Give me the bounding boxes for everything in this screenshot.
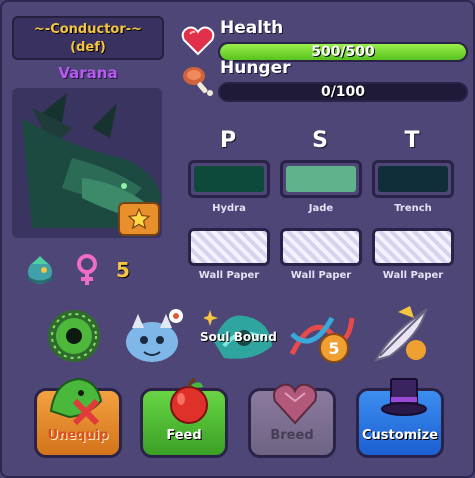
color-name-tertiary: Trench [394,203,432,214]
feed-label: Feed [166,428,202,443]
meat-icon [183,67,213,96]
female-gender-icon [77,254,97,285]
color-swatch-tertiary-fill [378,166,448,192]
mini-count: 5 [116,258,130,282]
pattern-name-tertiary: Wall Paper [382,270,444,281]
breed-button[interactable]: Breed [248,383,336,458]
title-box: ~-Conductor-~ (def) [12,16,164,60]
color-name-primary: Hydra [212,203,246,214]
gene-letter-secondary: S [312,128,328,153]
soul-bound-label: Soul Bound [200,330,277,344]
gene-letter-primary: P [219,128,237,153]
dna-icon[interactable]: 5 [288,310,356,366]
heart-icon [181,26,215,56]
customize-label: Customize [361,428,439,443]
pattern-swatch-primary[interactable] [188,228,270,266]
green-dragon-icon [49,377,103,426]
gene-letter-tertiary: T [404,128,420,153]
favorite-star-button[interactable] [118,202,160,236]
title-line-1: ~-Conductor-~ [33,22,143,37]
dna-count: 5 [328,339,339,358]
eye-orb-icon[interactable] [46,308,102,364]
feather-quill-icon[interactable] [370,304,434,366]
color-swatch-secondary-fill [286,166,356,192]
star-icon [127,207,151,230]
hunger-label: Hunger [220,58,291,78]
feed-button[interactable]: Feed [140,377,228,458]
mini-info-row: 5 [22,252,130,288]
hunger-value: 0/100 [320,84,366,100]
unequip-label: Unequip [47,428,109,443]
top-hat-icon [381,378,427,416]
heart-gem-icon [273,383,317,425]
hunger-bar: 0/100 [218,82,468,102]
breed-label: Breed [270,428,314,443]
unequip-button[interactable]: Unequip [34,377,122,458]
color-swatch-secondary[interactable] [280,160,362,198]
baby-dragon-icon[interactable] [120,308,186,364]
health-label: Health [220,18,284,38]
apple-icon [170,377,208,424]
color-swatch-primary-fill [194,166,264,192]
customize-button[interactable]: Customize [356,378,444,458]
pattern-name-secondary: Wall Paper [290,270,352,281]
title-line-2: (def) [70,40,106,55]
color-swatch-tertiary[interactable] [372,160,454,198]
dragon-name: Varana [58,64,118,82]
pattern-name-primary: Wall Paper [198,270,260,281]
color-name-secondary: Jade [308,203,334,214]
dragon-species-icon [27,256,53,284]
color-swatch-primary[interactable] [188,160,270,198]
pattern-swatch-tertiary[interactable] [372,228,454,266]
pattern-swatch-secondary[interactable] [280,228,362,266]
